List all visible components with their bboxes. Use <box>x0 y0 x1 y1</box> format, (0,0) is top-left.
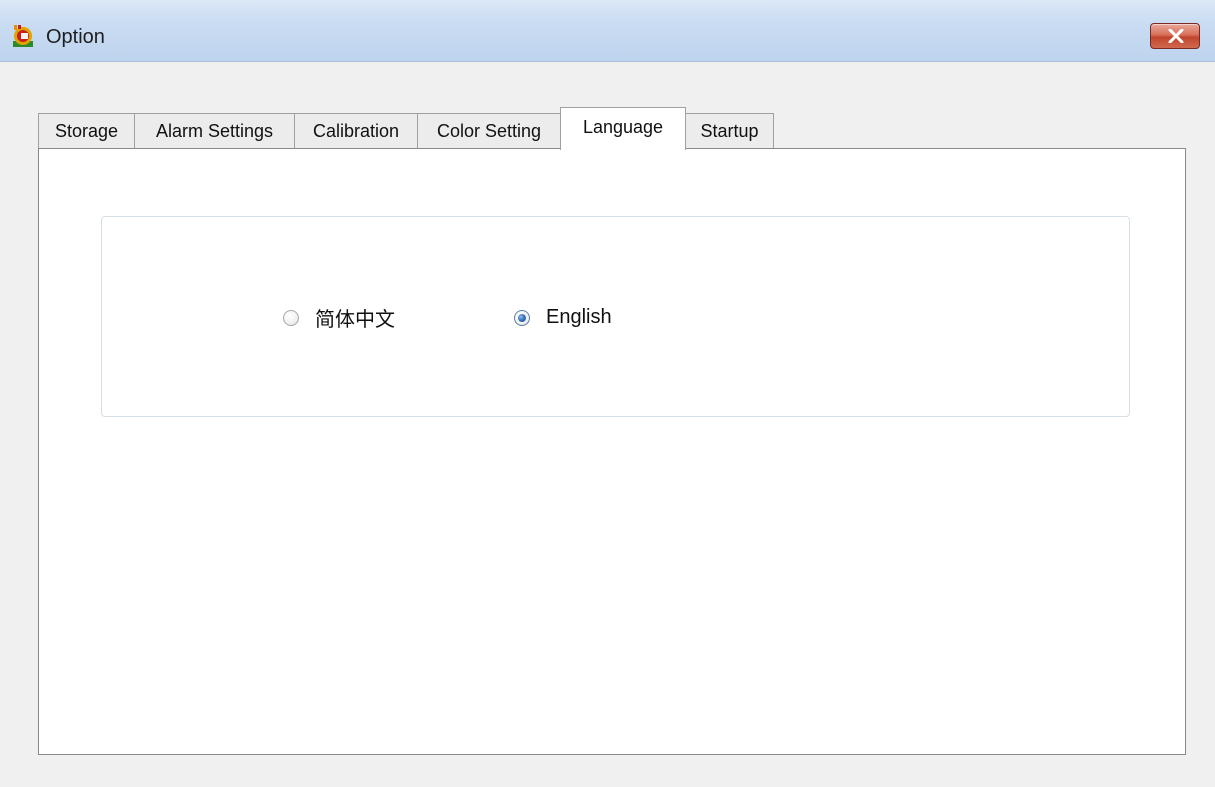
tab-calibration[interactable]: Calibration <box>294 113 418 149</box>
radio-english[interactable]: English <box>514 306 612 329</box>
tab-startup[interactable]: Startup <box>685 113 774 149</box>
option-dialog: Option Storage Alarm Settings Calibratio… <box>0 0 1215 787</box>
radio-simplified-chinese[interactable]: 简体中文 <box>283 303 395 332</box>
tab-language[interactable]: Language <box>560 107 686 150</box>
radio-label-english: English <box>546 306 612 328</box>
title-bar[interactable]: Option <box>0 0 1215 62</box>
tab-color-setting[interactable]: Color Setting <box>417 113 561 149</box>
radio-label-simplified-chinese: 简体中文 <box>315 307 395 331</box>
language-group-box: 简体中文 English <box>101 216 1130 417</box>
window-title: Option <box>46 26 105 48</box>
language-tab-panel: 简体中文 English <box>38 148 1186 755</box>
tab-alarm-settings[interactable]: Alarm Settings <box>134 113 295 149</box>
app-logo-icon <box>11 24 35 48</box>
radio-button-unchecked[interactable] <box>283 309 299 326</box>
close-icon <box>1168 29 1184 43</box>
tab-storage[interactable]: Storage <box>38 113 135 149</box>
radio-button-checked[interactable] <box>514 309 530 326</box>
close-button[interactable] <box>1150 23 1200 49</box>
